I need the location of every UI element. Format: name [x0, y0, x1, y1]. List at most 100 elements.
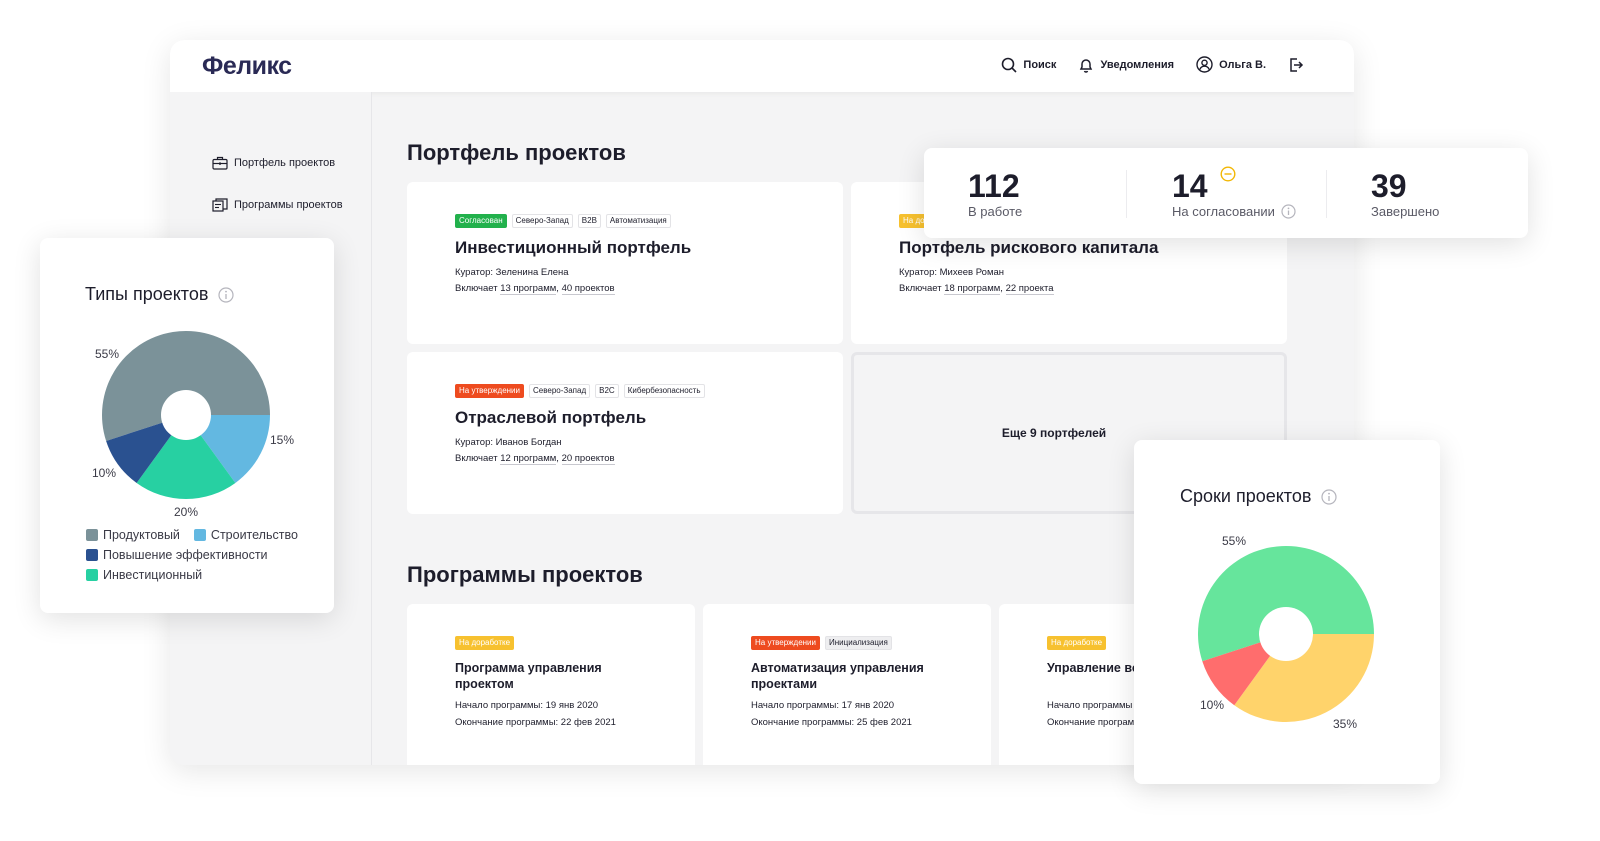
phase-tag: Инициализация: [825, 636, 892, 650]
divider: [1326, 170, 1327, 218]
more-portfolios-label: Еще 9 портфелей: [1001, 426, 1107, 440]
legend-entry: Строительство: [193, 528, 298, 542]
divider: [1126, 170, 1127, 218]
program-card-title: Автоматизация управления проектами: [751, 661, 924, 691]
category-tag: Автоматизация: [605, 214, 671, 228]
category-tag: Кибербезопасность: [623, 384, 705, 398]
topbar: Феликс Поиск Уведомления Ольга В.: [170, 40, 1354, 92]
pct-label: 10%: [92, 466, 117, 480]
includes-text: Включает 12 программ, 20 проектов: [455, 453, 615, 465]
bell-icon: [1080, 58, 1093, 73]
project-types-panel: Типы проектов 55% 15% 20% 10% Продуктовы…: [40, 238, 334, 613]
user-name: Ольга В.: [1219, 58, 1266, 71]
user-menu[interactable]: Ольга В.: [1196, 56, 1266, 73]
sidebar-item-programs[interactable]: Программы проектов: [212, 198, 343, 212]
pie-hole: [161, 390, 211, 440]
top-nav: Поиск Уведомления Ольга В.: [1001, 56, 1304, 73]
region-tag: Северо-Запад: [511, 214, 573, 228]
region-tag: Северо-Запад: [529, 384, 591, 398]
curator-text: Куратор: Иванов Богдан: [455, 437, 562, 448]
pie-hole: [1259, 607, 1313, 661]
program-card[interactable]: На утверждении Инициализация Автоматизац…: [703, 604, 991, 765]
program-end: Окончание программы: 22 фев 2021: [455, 717, 616, 728]
stat-value: 39: [1371, 168, 1407, 204]
info-icon[interactable]: [218, 286, 235, 303]
legend-swatch: [193, 529, 206, 541]
status-badge: На доработке: [455, 636, 515, 650]
legend-swatch: [86, 529, 98, 541]
search-label: Поиск: [1023, 58, 1057, 71]
stat-done[interactable]: 39 Завершено: [1371, 168, 1439, 219]
includes-text: Включает 13 программ, 40 проектов: [455, 283, 615, 295]
programs-link[interactable]: 13 программ: [500, 283, 557, 295]
search-icon: [1002, 57, 1017, 73]
portfolio-card-title: Отраслевой портфель: [455, 408, 647, 427]
pct-label: 55%: [1222, 534, 1247, 548]
stat-label: В работе: [968, 204, 1023, 219]
portfolio-card[interactable]: Согласован Северо-Запад B2B Автоматизаци…: [407, 182, 843, 344]
notifications-label: Уведомления: [1100, 58, 1175, 71]
portfolio-card-title: Портфель рискового капитала: [899, 238, 1159, 257]
legend-swatch: [86, 569, 98, 581]
sidebar-item-label: Программы проектов: [234, 199, 343, 211]
stat-label: Завершено: [1371, 204, 1440, 219]
curator-text: Куратор: Михеев Роман: [899, 267, 1005, 278]
stat-approval[interactable]: 14 На согласовании: [1172, 166, 1296, 219]
stats-panel: 112 В работе 14 На согласовании 39 Завер…: [924, 148, 1528, 238]
sidebar-item-label: Портфель проектов: [234, 157, 336, 169]
logo[interactable]: Феликс: [202, 52, 292, 81]
portfolio-section-title: Портфель проектов: [407, 140, 626, 165]
portfolio-card[interactable]: На утверждении Северо-Запад B2C Кибербез…: [407, 352, 843, 514]
projects-link[interactable]: 20 проектов: [561, 453, 615, 465]
pct-label: 55%: [95, 347, 120, 361]
tag-list: На доработке: [1047, 636, 1107, 650]
program-end: Окончание программы: 25 фев 2021: [751, 717, 912, 728]
notifications-link[interactable]: Уведомления: [1078, 57, 1174, 73]
search-link[interactable]: Поиск: [1001, 57, 1056, 73]
segment-tag: B2C: [595, 384, 619, 398]
program-end: Окончание програм: [1047, 717, 1135, 728]
pct-label: 15%: [270, 433, 295, 447]
program-start: Начало программы: [1047, 700, 1133, 711]
logout-button[interactable]: [1288, 57, 1304, 73]
tag-list: На утверждении Инициализация: [751, 636, 892, 650]
sidebar-item-portfolio[interactable]: Портфель проектов: [212, 156, 335, 170]
stat-value: 112: [968, 168, 1020, 204]
tag-list: Согласован Северо-Запад B2B Автоматизаци…: [455, 214, 671, 228]
projects-link[interactable]: 22 проекта: [1005, 283, 1054, 295]
info-icon[interactable]: [1321, 488, 1338, 505]
projects-link[interactable]: 40 проектов: [561, 283, 615, 295]
project-types-pie: [101, 330, 270, 499]
program-start: Начало программы: 17 янв 2020: [751, 700, 895, 711]
pct-label: 20%: [174, 505, 199, 519]
program-card[interactable]: На доработке Программа управления проект…: [407, 604, 695, 765]
user-icon: [1196, 56, 1213, 73]
chart-title: Типы проектов: [85, 284, 235, 305]
status-badge: На утверждении: [751, 636, 820, 650]
minus-circle-icon: [1220, 166, 1236, 182]
programs-icon: [212, 198, 228, 212]
project-deadlines-pie: [1198, 546, 1374, 722]
tag-list: На доработке: [455, 636, 515, 650]
portfolio-card-title: Инвестиционный портфель: [455, 238, 692, 257]
legend-swatch: [86, 549, 98, 561]
pct-label: 10%: [1200, 698, 1225, 712]
chart-title: Сроки проектов: [1180, 486, 1338, 507]
includes-text: Включает 18 программ, 22 проекта: [899, 283, 1054, 295]
logout-icon: [1290, 57, 1304, 72]
programs-link[interactable]: 12 программ: [500, 453, 557, 465]
chart-legend: Продуктовый Строительство Повышение эффе…: [86, 528, 298, 588]
segment-tag: B2B: [577, 214, 601, 228]
legend-entry: Инвестиционный: [86, 568, 202, 582]
stage: Феликс Поиск Уведомления Ольга В. Портфе…: [0, 0, 1600, 841]
briefcase-icon: [212, 156, 228, 170]
status-badge: На доработке: [1047, 636, 1107, 650]
project-deadlines-panel: Сроки проектов 55% 35% 10%: [1134, 440, 1440, 784]
stat-in-work[interactable]: 112 В работе: [968, 168, 1022, 219]
status-badge: На утверждении: [455, 384, 524, 398]
programs-link[interactable]: 18 программ: [944, 283, 1001, 295]
stat-value: 14: [1172, 166, 1296, 204]
info-icon[interactable]: [1281, 204, 1296, 219]
legend-entry: Продуктовый: [86, 528, 180, 542]
tag-list: На утверждении Северо-Запад B2C Кибербез…: [455, 384, 705, 398]
